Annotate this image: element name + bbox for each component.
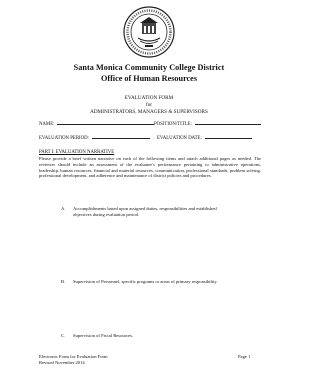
- item-c: C. Supervision of Fiscal Resources.: [61, 333, 271, 339]
- form-title: EVALUATION FORM: [124, 95, 174, 101]
- period-label: EVALUATION PERIOD:: [39, 136, 89, 141]
- form-subtitle: ADMINISTRATORS, MANAGERS & SUPERVISORS: [90, 109, 208, 115]
- college-seal-icon: [123, 6, 175, 58]
- name-label: NAME:: [39, 122, 55, 127]
- footer-form-name: Electronic Form for Evaluation Form: [39, 354, 108, 359]
- office-name: Office of Human Resources: [100, 74, 198, 83]
- period-field[interactable]: EVALUATION PERIOD:: [39, 133, 150, 141]
- district-name: Santa Monica Community College District: [73, 63, 225, 72]
- part1-narrative: Please provide a brief written narrative…: [39, 156, 261, 179]
- item-a: A. Accomplishments based upon assigned d…: [61, 206, 271, 218]
- item-c-text: Supervision of Fiscal Resources.: [73, 333, 134, 338]
- item-a-letter: A.: [61, 206, 66, 211]
- footer-revision: Revised November 2014: [39, 360, 85, 365]
- form-for-text: for: [145, 102, 153, 108]
- position-field[interactable]: POSITION/TITLE:: [154, 119, 261, 127]
- name-input-line[interactable]: [57, 119, 155, 125]
- date-input-line[interactable]: [204, 133, 252, 139]
- item-b-text: Supervision of Personnel, specific progr…: [73, 279, 218, 284]
- item-b-letter: B.: [61, 279, 66, 284]
- date-field[interactable]: EVALUATION DATE:: [157, 133, 252, 141]
- item-c-letter: C.: [61, 333, 66, 338]
- position-label: POSITION/TITLE:: [154, 122, 192, 127]
- part1-heading: PART I: EVALUATION NARRATIVE: [39, 150, 115, 155]
- name-field[interactable]: NAME:: [39, 119, 155, 127]
- date-label: EVALUATION DATE:: [157, 136, 202, 141]
- item-a-line2: objectives during evaluation period.: [73, 211, 140, 217]
- item-b: B. Supervision of Personnel, specific pr…: [61, 279, 271, 285]
- period-input-line[interactable]: [91, 133, 150, 139]
- position-input-line[interactable]: [194, 119, 261, 125]
- footer-page-number: Page 1: [238, 354, 251, 359]
